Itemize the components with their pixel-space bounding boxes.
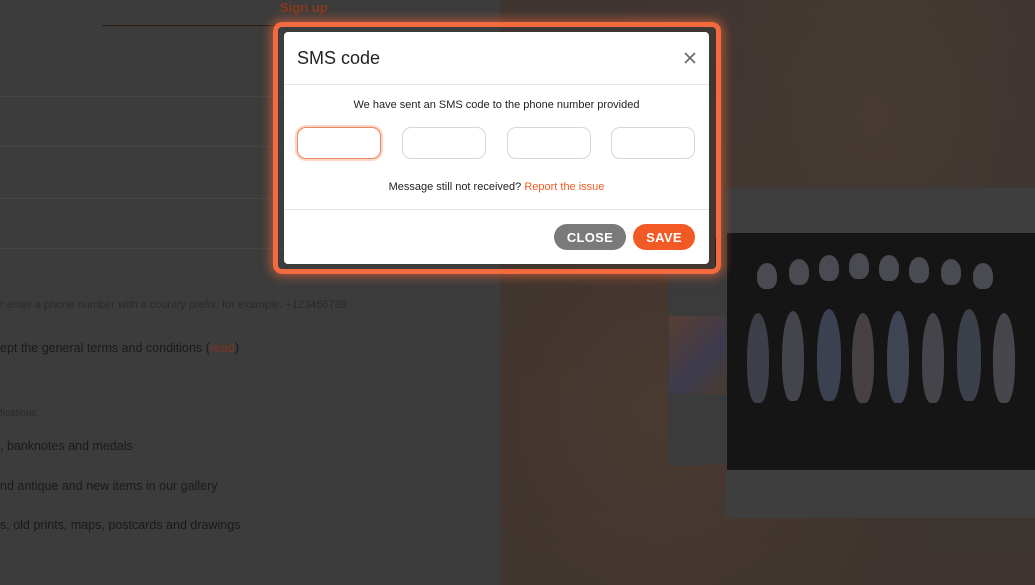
sms-code-digit-3[interactable] [507,127,591,159]
dialog-title: SMS code [297,48,381,68]
sms-code-digit-4[interactable] [611,127,695,159]
save-button[interactable]: SAVE [633,224,695,250]
dialog-footer-divider [284,209,709,210]
not-received-row: Message still not received? Report the i… [284,181,709,193]
sms-code-digit-2[interactable] [402,127,486,159]
not-received-text: Message still not received? [388,181,522,193]
sms-code-dialog: SMS code We have sent an SMS code to the… [284,32,709,264]
close-icon[interactable] [681,49,699,67]
sms-sent-message: We have sent an SMS code to the phone nu… [353,99,640,111]
sms-code-digit-1[interactable] [297,127,381,159]
close-button[interactable]: CLOSE [554,224,626,250]
dialog-header: SMS code [284,32,709,85]
report-issue-link[interactable]: Report the issue [524,181,604,193]
